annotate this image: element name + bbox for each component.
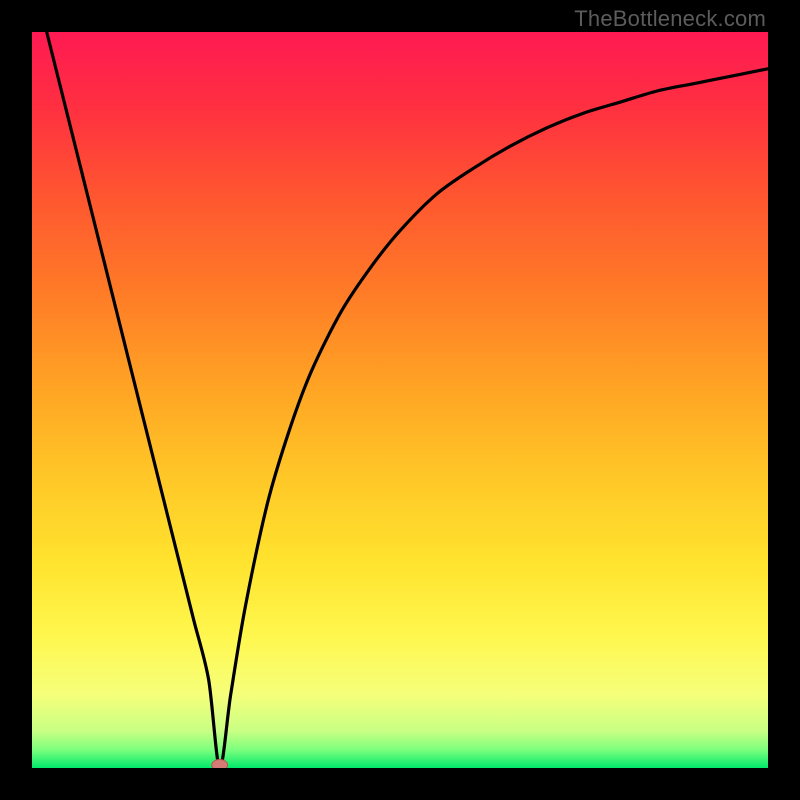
minimum-marker — [212, 760, 228, 769]
gradient-background — [32, 32, 768, 768]
outer-frame: TheBottleneck.com — [0, 0, 800, 800]
plot-area — [32, 32, 768, 768]
watermark-text: TheBottleneck.com — [574, 6, 766, 32]
chart-svg — [32, 32, 768, 768]
